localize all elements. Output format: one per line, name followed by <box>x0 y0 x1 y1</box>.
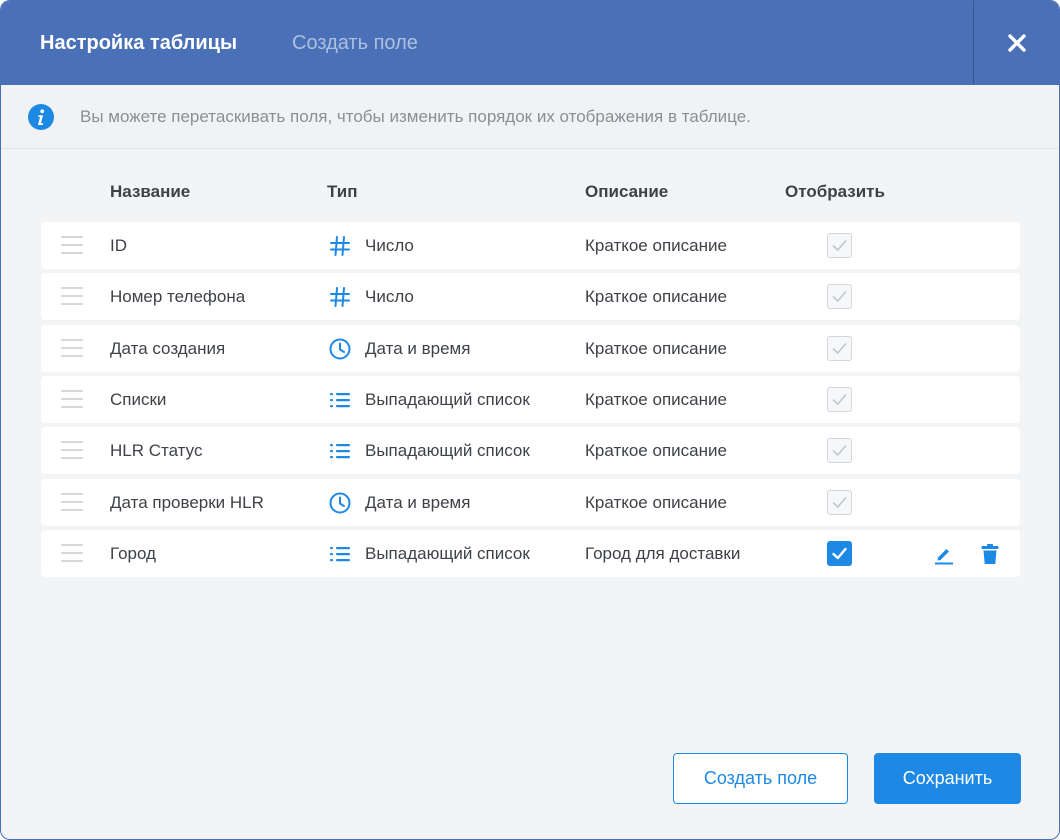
field-type: Число <box>365 287 414 306</box>
clock-icon <box>329 338 351 360</box>
field-type: Число <box>365 236 414 255</box>
field-row[interactable]: Списки Выпадающий список Краткое описание <box>41 376 1020 423</box>
list-icon <box>330 547 350 562</box>
field-name: Дата проверки HLR <box>110 493 264 512</box>
column-header-type: Тип <box>327 182 358 201</box>
field-name: HLR Статус <box>110 441 203 460</box>
info-text: Вы можете перетаскивать поля, чтобы изме… <box>80 107 751 126</box>
display-checkbox[interactable] <box>827 438 852 463</box>
field-name: Списки <box>110 390 167 409</box>
header-divider <box>973 1 974 85</box>
info-icon <box>28 104 54 130</box>
field-type: Выпадающий список <box>365 441 530 460</box>
close-icon <box>1008 34 1026 52</box>
drag-handle-icon[interactable] <box>61 543 83 563</box>
field-description: Город для доставки <box>585 544 741 563</box>
field-description: Краткое описание <box>585 493 727 512</box>
field-description: Краткое описание <box>585 287 727 306</box>
display-checkbox[interactable] <box>827 387 852 412</box>
check-icon <box>832 343 847 354</box>
field-name: ID <box>110 236 127 255</box>
field-name: Город <box>110 544 156 563</box>
tab-table-settings[interactable]: Настройка таблицы <box>40 30 237 56</box>
create-field-button[interactable]: Создать поле <box>673 753 848 804</box>
trash-icon[interactable] <box>978 542 1002 566</box>
field-name: Дата создания <box>110 339 226 358</box>
drag-handle-icon[interactable] <box>61 389 83 409</box>
save-button[interactable]: Сохранить <box>874 753 1021 804</box>
check-icon <box>832 240 847 251</box>
field-row[interactable]: Дата создания Дата и время Краткое описани… <box>41 325 1020 372</box>
field-row[interactable]: ID Число Краткое описание <box>41 222 1020 269</box>
drag-handle-icon[interactable] <box>61 235 83 255</box>
field-type: Выпадающий список <box>365 544 530 563</box>
clock-icon <box>329 492 351 514</box>
check-icon <box>832 291 847 302</box>
field-row[interactable]: Город Выпадающий список Город для доставки <box>41 530 1020 577</box>
tab-create-field[interactable]: Создать поле <box>292 30 418 56</box>
field-description: Краткое описание <box>585 390 727 409</box>
modal-header: Настройка таблицы Создать поле <box>1 1 1059 85</box>
drag-handle-icon[interactable] <box>61 338 83 358</box>
hash-icon <box>330 287 350 307</box>
check-icon <box>832 497 847 508</box>
pencil-icon[interactable] <box>932 542 956 566</box>
display-checkbox[interactable] <box>827 490 852 515</box>
field-row[interactable]: Дата проверки HLR Дата и время Краткое опи… <box>41 479 1020 526</box>
field-type: Дата и время <box>365 493 471 512</box>
field-description: Краткое описание <box>585 339 727 358</box>
display-checkbox[interactable] <box>827 336 852 361</box>
list-icon <box>330 393 350 408</box>
drag-handle-icon[interactable] <box>61 492 83 512</box>
close-button[interactable] <box>999 25 1035 61</box>
field-type: Дата и время <box>365 339 471 358</box>
table-settings-modal: Настройка таблицы Создать поле Вы можете… <box>0 0 1060 840</box>
field-description: Краткое описание <box>585 441 727 460</box>
field-row[interactable]: HLR Статус Выпадающий список Краткое описа… <box>41 427 1020 474</box>
display-checkbox[interactable] <box>827 541 852 566</box>
field-description: Краткое описание <box>585 236 727 255</box>
drag-handle-icon[interactable] <box>61 286 83 306</box>
display-checkbox[interactable] <box>827 233 852 258</box>
check-icon <box>832 445 847 456</box>
drag-handle-icon[interactable] <box>61 440 83 460</box>
column-header-description: Описание <box>585 182 669 201</box>
check-icon <box>832 547 847 560</box>
list-icon <box>330 444 350 459</box>
field-row[interactable]: Номер телефона Число Краткое описание <box>41 273 1020 320</box>
column-header-name: Название <box>110 182 191 201</box>
hash-icon <box>330 236 350 256</box>
display-checkbox[interactable] <box>827 284 852 309</box>
field-type: Выпадающий список <box>365 390 530 409</box>
info-bar: Вы можете перетаскивать поля, чтобы изме… <box>1 85 1059 149</box>
check-icon <box>832 394 847 405</box>
column-header-display: Отобразить <box>785 182 885 201</box>
field-name: Номер телефона <box>110 287 246 306</box>
